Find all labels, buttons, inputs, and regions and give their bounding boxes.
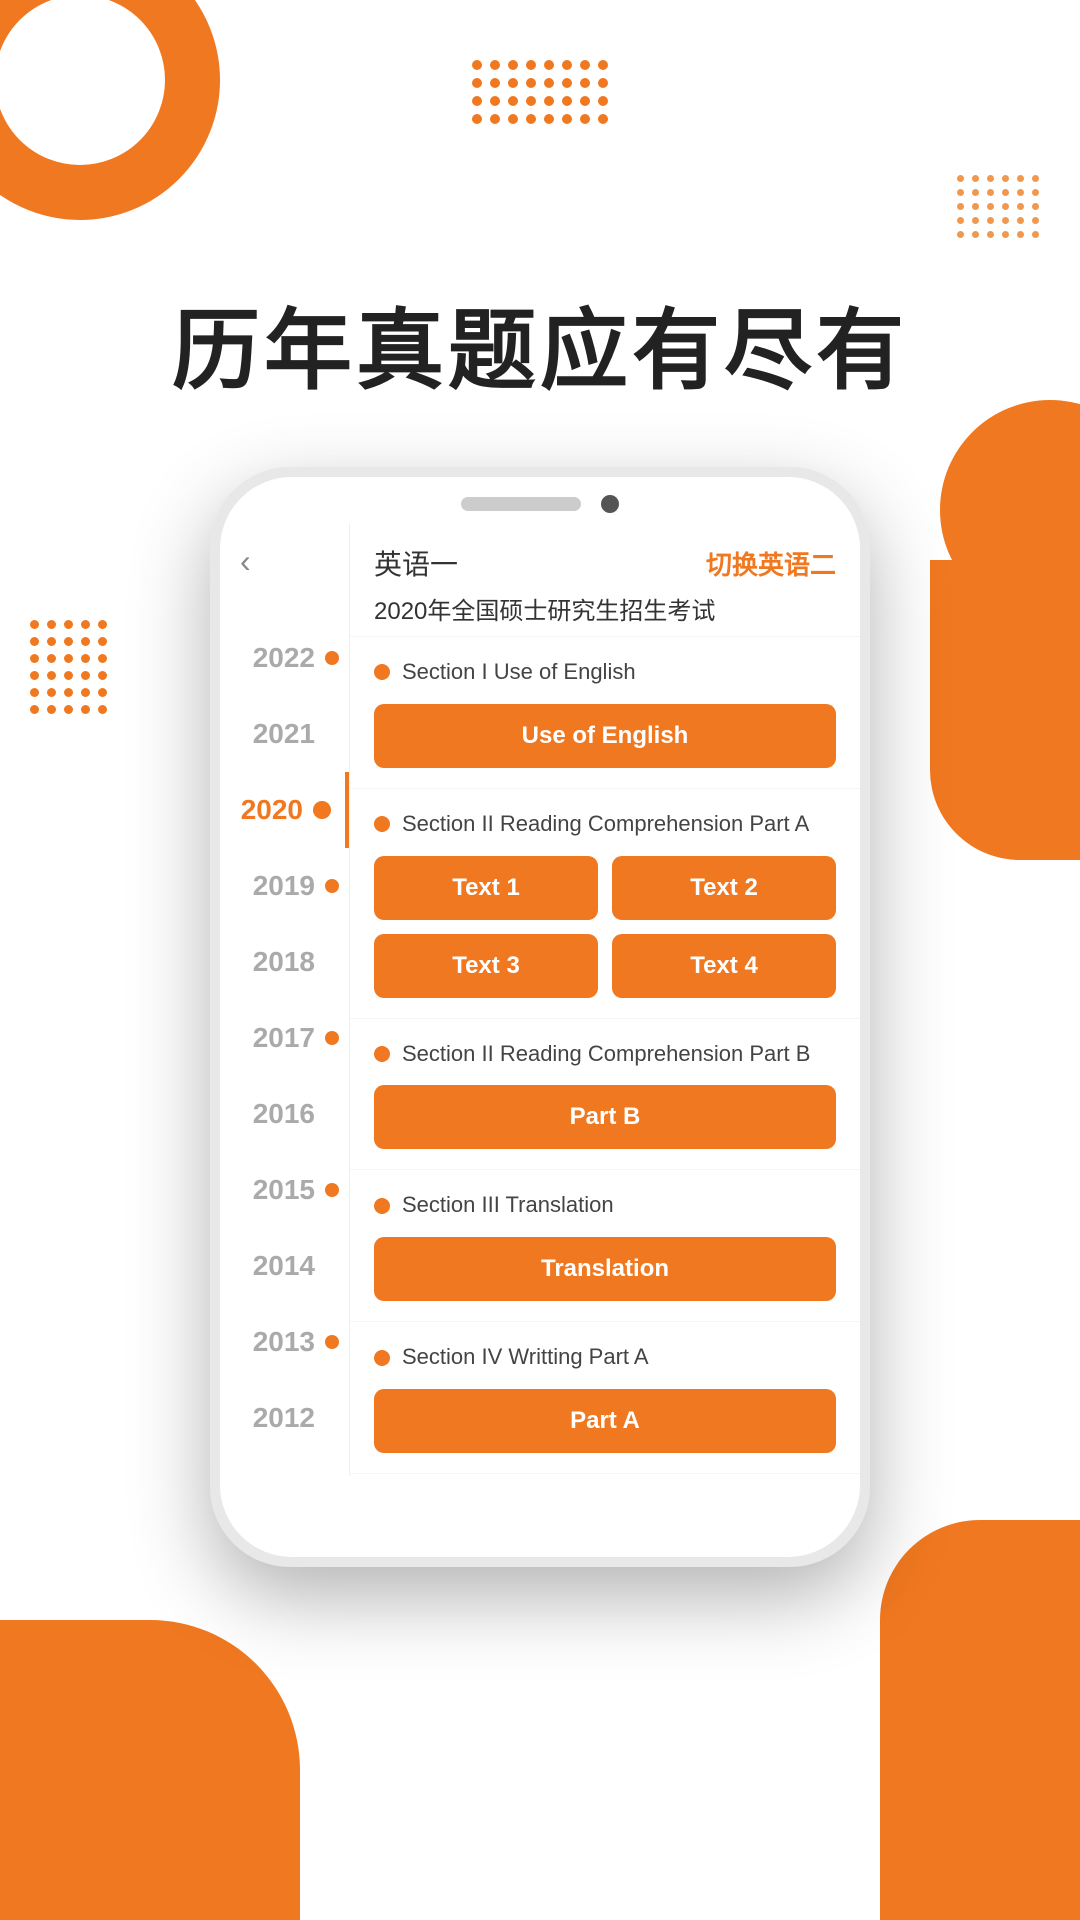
btn-grid-section1: Use of English xyxy=(374,704,836,768)
phone-notch-bar xyxy=(220,477,860,523)
year-item-2017[interactable]: 2017 xyxy=(220,1000,349,1076)
section-dot-section5 xyxy=(374,1350,390,1366)
phone-container: ‹ 20222021202020192018201720162015201420… xyxy=(0,467,1080,1567)
section-block-section2: Section II Reading Comprehension Part A T… xyxy=(350,789,860,1019)
year-item-2016[interactable]: 2016 xyxy=(220,1076,349,1152)
main-content-area: 英语一 切换英语二 2020年全国硕士研究生招生考试 Section I Use… xyxy=(350,523,860,1476)
section-title-section3: Section II Reading Comprehension Part B xyxy=(402,1039,810,1070)
exam-type-label: 英语一 xyxy=(374,543,458,583)
back-button[interactable]: ‹ xyxy=(220,523,349,600)
section-btn-translation[interactable]: Translation xyxy=(374,1237,836,1301)
section-title-section2: Section II Reading Comprehension Part A xyxy=(402,809,809,840)
phone-inner: ‹ 20222021202020192018201720162015201420… xyxy=(220,477,860,1557)
section-btn-use-of-english[interactable]: Use of English xyxy=(374,704,836,768)
section-block-section3: Section II Reading Comprehension Part B P… xyxy=(350,1019,860,1171)
section-title-section1: Section I Use of English xyxy=(402,657,636,688)
section-btn-part-a[interactable]: Part A xyxy=(374,1389,836,1453)
bg-orange-bottom-left xyxy=(0,1620,300,1920)
section-block-section4: Section III Translation Translation xyxy=(350,1170,860,1322)
bg-orange-bottom-right xyxy=(880,1520,1080,1920)
section-title-section5: Section IV Writting Part A xyxy=(402,1342,649,1373)
section-btn-text-1[interactable]: Text 1 xyxy=(374,856,598,920)
section-btn-text-4[interactable]: Text 4 xyxy=(612,934,836,998)
year-item-2022[interactable]: 2022 xyxy=(220,620,349,696)
app-content: ‹ 20222021202020192018201720162015201420… xyxy=(220,523,860,1476)
btn-grid-section5: Part A xyxy=(374,1389,836,1453)
sections-container: Section I Use of EnglishUse of EnglishSe… xyxy=(350,637,860,1474)
section-dot-section3 xyxy=(374,1046,390,1062)
btn-grid-section2: Text 1Text 2Text 3Text 4 xyxy=(374,856,836,998)
section-btn-text-2[interactable]: Text 2 xyxy=(612,856,836,920)
phone-camera xyxy=(601,495,619,513)
section-header-section3: Section II Reading Comprehension Part B xyxy=(374,1039,836,1070)
section-block-section1: Section I Use of English Use of English xyxy=(350,637,860,789)
section-header-section2: Section II Reading Comprehension Part A xyxy=(374,809,836,840)
year-sidebar: 2022202120202019201820172016201520142013… xyxy=(220,600,350,1476)
year-item-2015[interactable]: 2015 xyxy=(220,1152,349,1228)
section-btn-text-3[interactable]: Text 3 xyxy=(374,934,598,998)
section-header-section5: Section IV Writting Part A xyxy=(374,1342,836,1373)
section-dot-section1 xyxy=(374,664,390,680)
section-title-section4: Section III Translation xyxy=(402,1190,614,1221)
section-header-section4: Section III Translation xyxy=(374,1190,836,1221)
phone-outer: ‹ 20222021202020192018201720162015201420… xyxy=(210,467,870,1567)
section-dot-section2 xyxy=(374,816,390,832)
year-item-2018[interactable]: 2018 xyxy=(220,924,349,1000)
year-item-2012[interactable]: 2012 xyxy=(220,1380,349,1456)
year-item-2014[interactable]: 2014 xyxy=(220,1228,349,1304)
switch-exam-button[interactable]: 切换英语二 xyxy=(706,545,836,582)
year-item-2020[interactable]: 2020 xyxy=(220,772,349,848)
year-item-2021[interactable]: 2021 xyxy=(220,696,349,772)
section-dot-section4 xyxy=(374,1198,390,1214)
section-block-section5: Section IV Writting Part A Part A xyxy=(350,1322,860,1474)
year-item-2019[interactable]: 2019 xyxy=(220,848,349,924)
hero-title: 历年真题应有尽有 xyxy=(0,0,1080,407)
phone-speaker xyxy=(461,497,581,511)
btn-grid-section4: Translation xyxy=(374,1237,836,1301)
content-header: 英语一 切换英语二 2020年全国硕士研究生招生考试 xyxy=(350,523,860,637)
exam-title: 2020年全国硕士研究生招生考试 xyxy=(374,591,836,626)
year-item-2013[interactable]: 2013 xyxy=(220,1304,349,1380)
btn-grid-section3: Part B xyxy=(374,1085,836,1149)
section-header-section1: Section I Use of English xyxy=(374,657,836,688)
section-btn-part-b[interactable]: Part B xyxy=(374,1085,836,1149)
